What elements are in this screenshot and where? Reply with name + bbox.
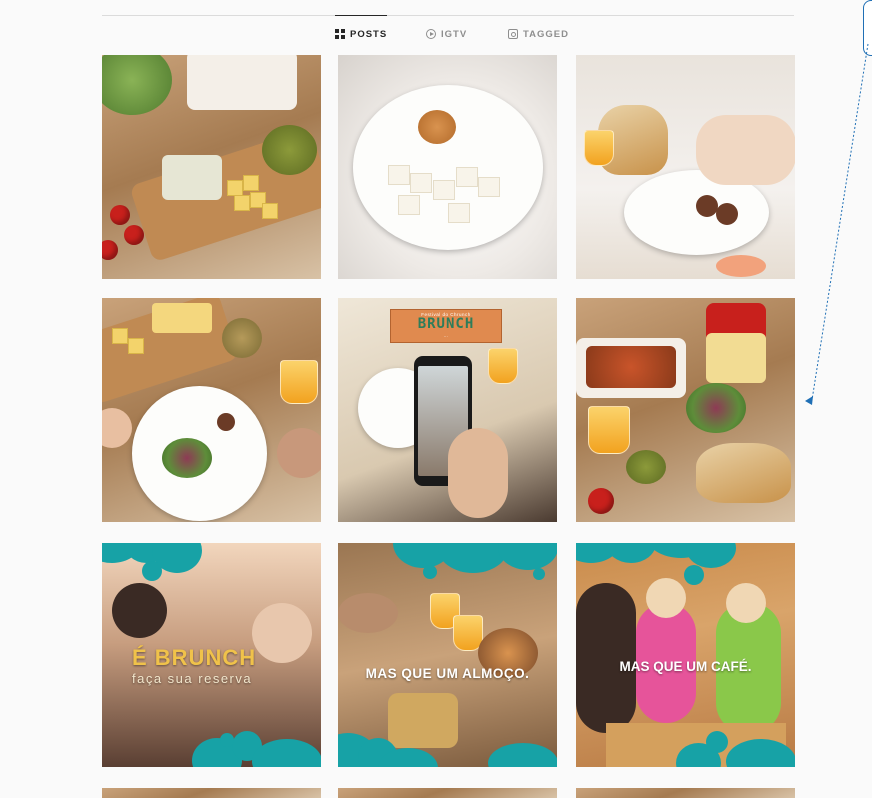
dish — [187, 55, 297, 110]
tab-posts-label: POSTS — [350, 28, 388, 40]
brunch-card-title: BRUNCH — [417, 316, 475, 332]
profile-tabs: POSTS IGTV TAGGED — [102, 15, 794, 52]
grid-icon — [335, 29, 345, 39]
post-brunch-plate[interactable] — [576, 55, 795, 279]
salad-bowl — [102, 55, 172, 115]
tab-igtv-label: IGTV — [441, 28, 468, 40]
post-mas-que-um-cafe[interactable]: MAS QUE UM CAFÉ. — [576, 543, 795, 767]
tab-posts[interactable]: POSTS — [335, 15, 388, 52]
post-caption: MAS QUE UM ALMOÇO. — [365, 666, 530, 681]
post-partial[interactable] — [338, 788, 557, 798]
tab-tagged-label: TAGGED — [523, 28, 569, 40]
dip-bowl — [418, 110, 456, 144]
annotation-box — [863, 0, 872, 56]
post-brunch-spread[interactable] — [576, 298, 795, 522]
post-mas-que-um-almoco[interactable]: MAS QUE UM ALMOÇO. — [338, 543, 557, 767]
tab-igtv[interactable]: IGTV — [426, 16, 467, 52]
post-partial[interactable] — [102, 788, 321, 798]
post-salad-plate[interactable] — [102, 298, 321, 522]
brunch-card-sub: … — [443, 333, 449, 338]
post-cheese-board[interactable] — [102, 55, 321, 279]
blue-cheese — [162, 155, 222, 200]
hand — [696, 115, 795, 185]
post-subtitle: faça sua reserva — [132, 671, 253, 686]
post-brunch-phone[interactable]: Festival do Chrunch BRUNCH … — [338, 298, 557, 522]
olive-bowl — [262, 125, 317, 175]
post-e-brunch[interactable]: É BRUNCH faça sua reserva — [102, 543, 321, 767]
tab-tagged[interactable]: TAGGED — [508, 16, 569, 52]
brunch-card: Festival do Chrunch BRUNCH … — [390, 309, 502, 343]
igtv-icon — [426, 29, 436, 39]
post-cheese-plate[interactable] — [338, 55, 557, 279]
post-partial[interactable] — [576, 788, 795, 798]
hand — [448, 428, 508, 518]
post-title: É BRUNCH — [132, 645, 257, 670]
post-caption: MAS QUE UM CAFÉ. — [619, 659, 752, 674]
marble-plate — [353, 85, 543, 250]
tagged-icon — [508, 29, 518, 39]
